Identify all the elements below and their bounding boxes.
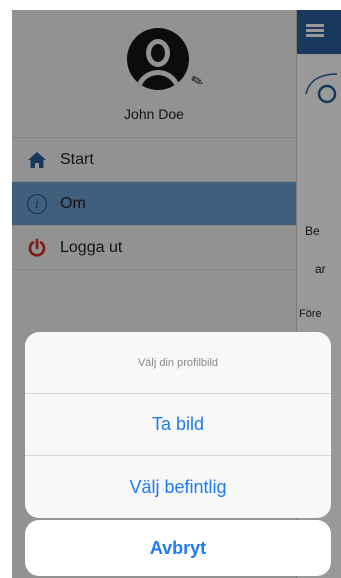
action-sheet-title: Välj din profilbild xyxy=(25,332,331,394)
choose-existing-button[interactable]: Välj befintlig xyxy=(25,456,331,518)
take-photo-button[interactable]: Ta bild xyxy=(25,394,331,456)
action-sheet: Välj din profilbild Ta bild Välj befintl… xyxy=(25,332,331,518)
cancel-button[interactable]: Avbryt xyxy=(25,520,331,576)
